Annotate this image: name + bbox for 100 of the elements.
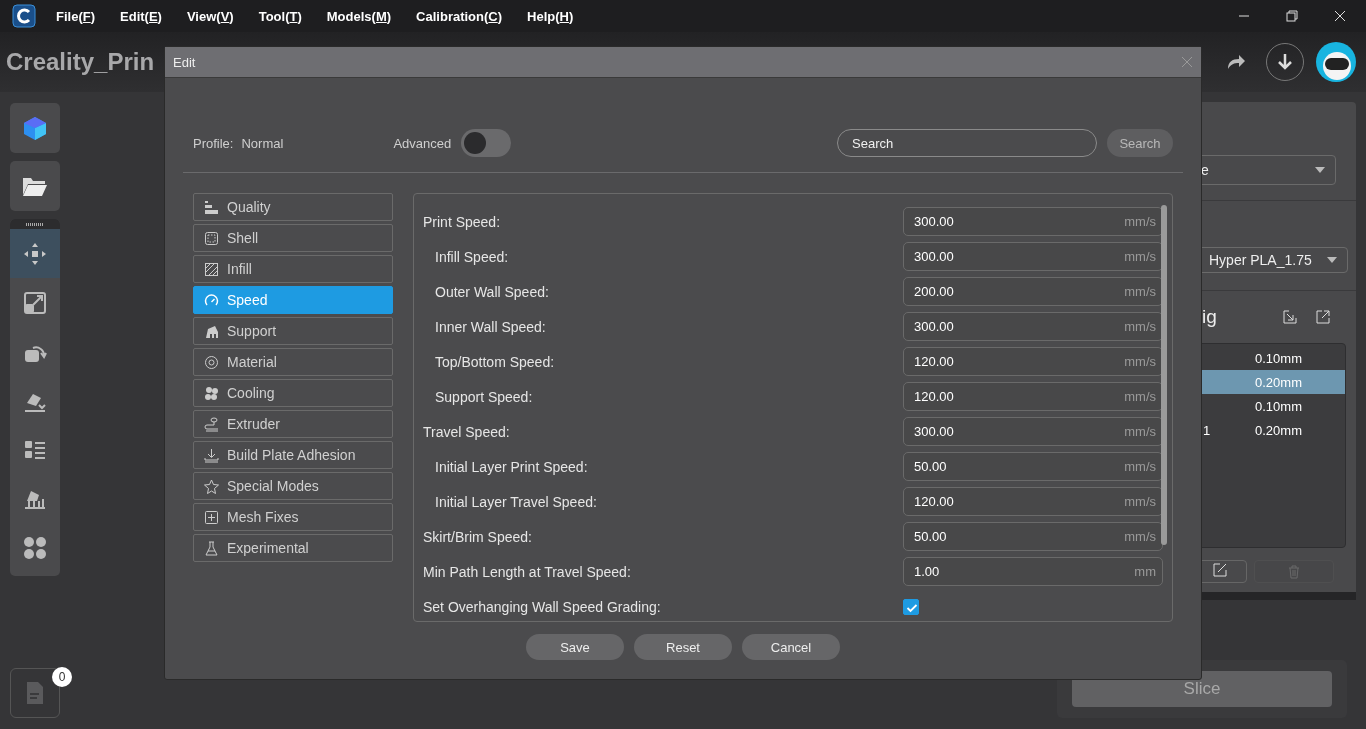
support-icon: [204, 323, 219, 339]
import-icon[interactable]: [1283, 310, 1297, 324]
dropdown-text: e: [1201, 162, 1209, 178]
profile-label: Profile:: [193, 135, 234, 151]
dialog-button[interactable]: Save: [526, 634, 624, 660]
menu-item[interactable]: Calibration(C): [416, 8, 503, 24]
unit-label: mm/s: [1124, 249, 1156, 264]
value-field[interactable]: 120.00 mm/s: [903, 347, 1163, 376]
export-icon[interactable]: [1316, 310, 1330, 324]
field-value: 120.00: [914, 494, 954, 509]
value-field[interactable]: 300.00 mm/s: [903, 242, 1163, 271]
advanced-toggle[interactable]: [461, 129, 512, 157]
field-value: 1.00: [914, 564, 940, 579]
dialog-button[interactable]: Cancel: [742, 634, 840, 660]
value-field[interactable]: 50.00 mm/s: [903, 452, 1163, 481]
unit-label: mm/s: [1124, 284, 1156, 299]
redo-icon[interactable]: [1226, 53, 1246, 71]
setting-label: Outer Wall Speed:: [434, 283, 549, 300]
dialog-title: Edit: [173, 54, 196, 70]
category-tab[interactable]: Extruder: [193, 410, 393, 438]
menu-item[interactable]: File(F): [56, 8, 96, 24]
value-field[interactable]: 50.00 mm/s: [903, 522, 1163, 551]
unit-label: mm/s: [1124, 214, 1156, 229]
section-title: ig: [1202, 306, 1217, 328]
folder-icon: [22, 175, 48, 197]
field-value: 300.00: [914, 319, 954, 334]
category-tab[interactable]: Experimental: [193, 534, 393, 562]
unit-label: mm/s: [1124, 494, 1156, 509]
scale-icon: [23, 290, 47, 315]
folder-button[interactable]: [10, 161, 60, 211]
value-field[interactable]: 120.00 mm/s: [903, 487, 1163, 516]
setting-label: Infill Speed:: [434, 248, 509, 265]
star-icon: [204, 478, 219, 494]
field-value: 300.00: [914, 424, 954, 439]
value-field[interactable]: 1.00 mm: [903, 557, 1163, 586]
extruder-icon: [204, 416, 219, 432]
value-field[interactable]: 120.00 mm/s: [903, 382, 1163, 411]
tool-button[interactable]: [10, 229, 60, 278]
close-icon[interactable]: [1332, 8, 1348, 24]
count-badge: 0: [52, 667, 72, 687]
grid-icon: [23, 535, 47, 560]
project-title: Creality_Prin: [6, 48, 155, 76]
app-logo: [12, 4, 36, 28]
trash-icon: [1288, 564, 1300, 579]
document-icon: [25, 681, 45, 705]
unit-label: mm/s: [1124, 459, 1156, 474]
category-tab[interactable]: Infill: [193, 255, 393, 283]
setting-label: Print Speed:: [423, 213, 501, 230]
table-cell: 0.20mm: [1255, 374, 1302, 390]
shell-icon: [204, 230, 219, 246]
cube-icon: [22, 115, 48, 141]
setting-label: Top/Bottom Speed:: [434, 353, 555, 370]
category-tab[interactable]: Quality: [193, 193, 393, 221]
category-tab[interactable]: Build Plate Adhesion: [193, 441, 393, 469]
material-icon: [204, 354, 219, 370]
unit-label: mm/s: [1124, 354, 1156, 369]
value-field[interactable]: 300.00 mm/s: [903, 417, 1163, 446]
field-value: 120.00: [914, 389, 954, 404]
dialog-button[interactable]: Reset: [634, 634, 732, 660]
menu-item[interactable]: Models(M): [326, 8, 392, 24]
category-tab[interactable]: Mesh Fixes: [193, 503, 393, 531]
setting-label: Inner Wall Speed:: [434, 318, 546, 335]
profile-value: Normal: [241, 135, 284, 151]
table-cell: 1: [1203, 422, 1211, 438]
setting-label: Min Path Length at Travel Speed:: [423, 563, 631, 580]
advanced-label: Advanced: [393, 135, 452, 151]
unit-label: mm: [1134, 564, 1156, 579]
caret-icon: [1327, 257, 1337, 263]
category-tab[interactable]: Cooling: [193, 379, 393, 407]
search-field[interactable]: Search: [837, 129, 1097, 157]
value-field[interactable]: 200.00 mm/s: [903, 277, 1163, 306]
field-value: 300.00: [914, 249, 954, 264]
cube-button[interactable]: [10, 103, 60, 153]
checkbox[interactable]: [903, 598, 919, 615]
unit-label: mm/s: [1124, 529, 1156, 544]
avatar-icon[interactable]: [1316, 42, 1356, 82]
menu-item[interactable]: View(V): [186, 8, 234, 24]
unit-label: mm/s: [1124, 424, 1156, 439]
drag-handle[interactable]: [26, 222, 44, 226]
speedometer-icon: [204, 292, 219, 308]
setting-label: Travel Speed:: [423, 423, 510, 440]
value-field[interactable]: 300.00 mm/s: [903, 207, 1163, 236]
category-tab[interactable]: Special Modes: [193, 472, 393, 500]
field-value: 50.00: [914, 529, 947, 544]
category-tab[interactable]: Shell: [193, 224, 393, 252]
setting-label: Initial Layer Print Speed:: [434, 458, 588, 475]
scrollbar[interactable]: [1161, 205, 1167, 545]
menu-item[interactable]: Edit(E): [120, 8, 162, 24]
dropdown-text: Hyper PLA_1.75: [1209, 252, 1312, 268]
menu-item[interactable]: Help(H): [527, 8, 574, 24]
unit-label: mm/s: [1124, 319, 1156, 334]
field-value: 200.00: [914, 284, 954, 299]
field-value: 50.00: [914, 459, 947, 474]
caret-icon: [1315, 167, 1325, 173]
value-field[interactable]: 300.00 mm/s: [903, 312, 1163, 341]
category-tab[interactable]: Support: [193, 317, 393, 345]
restore-icon[interactable]: [1284, 8, 1300, 24]
field-value: 300.00: [914, 214, 954, 229]
menu-item[interactable]: Tool(T): [258, 8, 302, 24]
category-tab[interactable]: Material: [193, 348, 393, 376]
